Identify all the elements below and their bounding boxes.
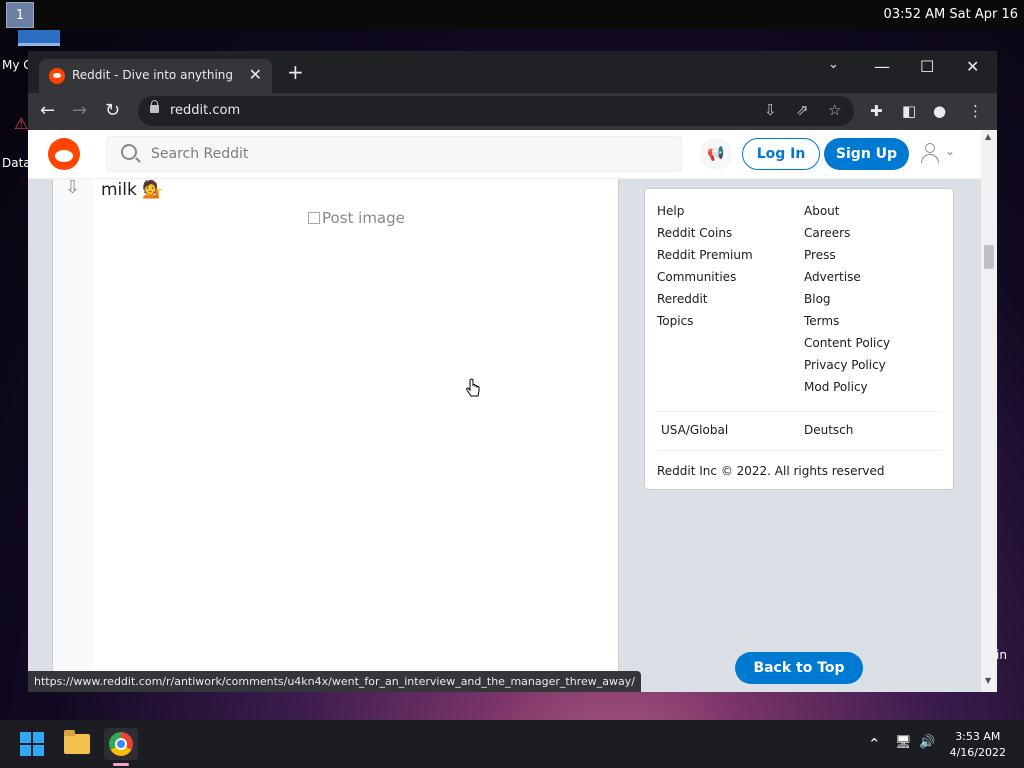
bookmark-star-icon[interactable]: ☆ bbox=[828, 101, 841, 119]
network-icon[interactable]: 🖥 bbox=[895, 735, 912, 750]
workspace-indicator[interactable]: 1 bbox=[6, 2, 34, 28]
file-explorer-button[interactable] bbox=[60, 728, 94, 760]
forward-icon[interactable]: → bbox=[72, 100, 87, 121]
browser-toolbar: ← → ↻ reddit.com ⇩ ⇗ ☆ ✚ ◧ ● ⋮ bbox=[28, 93, 997, 130]
login-button[interactable]: Log In bbox=[742, 138, 820, 170]
footer-link-advertise[interactable]: Advertise bbox=[804, 270, 890, 292]
footer-link-about[interactable]: About bbox=[804, 204, 890, 226]
page-scrollbar[interactable]: ▲ ▼ bbox=[981, 130, 997, 692]
side-panel-icon[interactable]: ◧ bbox=[902, 102, 916, 120]
broken-image-icon bbox=[308, 212, 320, 224]
user-menu-button[interactable]: ⌄ bbox=[920, 142, 960, 166]
lock-icon[interactable] bbox=[150, 100, 159, 113]
lang-usa-global[interactable]: USA/Global bbox=[661, 423, 728, 437]
back-icon[interactable]: ← bbox=[40, 100, 55, 121]
lang-deutsch[interactable]: Deutsch bbox=[804, 423, 853, 437]
reddit-logo-icon[interactable] bbox=[48, 138, 80, 170]
close-window-icon[interactable]: ✕ bbox=[966, 57, 979, 76]
tab-reddit[interactable]: Reddit - Dive into anything ✕ bbox=[39, 59, 272, 93]
tab-strip: Reddit - Dive into anything ✕ + ⌄ — ☐ ✕ bbox=[28, 51, 997, 93]
address-bar[interactable]: reddit.com ⇩ ⇗ ☆ bbox=[138, 96, 854, 126]
tray-chevron-up-icon[interactable]: ⌃ bbox=[868, 735, 881, 753]
copyright: Reddit Inc © 2022. All rights reserved bbox=[657, 464, 885, 478]
footer-links-card: Help Reddit Coins Reddit Premium Communi… bbox=[644, 188, 954, 490]
footer-links-left: Help Reddit Coins Reddit Premium Communi… bbox=[657, 204, 753, 336]
footer-link-reddit-coins[interactable]: Reddit Coins bbox=[657, 226, 753, 248]
advertise-megaphone-icon[interactable]: 📢 bbox=[700, 138, 732, 170]
footer-link-content-policy[interactable]: Content Policy bbox=[804, 336, 890, 358]
status-bar-url: https://www.reddit.com/r/antiwork/commen… bbox=[28, 671, 641, 692]
active-app-indicator bbox=[113, 763, 129, 766]
taskbar-date: 4/16/2022 bbox=[949, 746, 1006, 759]
windows-logo-icon bbox=[20, 732, 44, 756]
tab-title: Reddit - Dive into anything bbox=[72, 68, 234, 82]
footer-link-privacy-policy[interactable]: Privacy Policy bbox=[804, 358, 890, 380]
start-button[interactable] bbox=[15, 728, 49, 760]
computer-icon[interactable] bbox=[18, 30, 60, 46]
footer-link-mod-policy[interactable]: Mod Policy bbox=[804, 380, 890, 402]
user-icon-body bbox=[921, 154, 939, 163]
folder-icon bbox=[64, 730, 90, 754]
post-title[interactable]: milk 💁 bbox=[101, 180, 163, 200]
taskbar: ⌃ 🖥 🔊 3:53 AM 4/16/2022 bbox=[0, 720, 1024, 768]
tab-close-icon[interactable]: ✕ bbox=[249, 65, 262, 84]
footer-link-help[interactable]: Help bbox=[657, 204, 753, 226]
post-card[interactable]: ⇩ milk 💁 Post image bbox=[52, 177, 619, 692]
downvote-icon[interactable]: ⇩ bbox=[65, 177, 80, 198]
footer-links-right: About Careers Press Advertise Blog Terms… bbox=[804, 204, 890, 402]
volume-icon[interactable]: 🔊 bbox=[919, 735, 935, 750]
hand-cursor-icon bbox=[466, 378, 480, 397]
chrome-taskbar-button[interactable] bbox=[104, 728, 138, 760]
chrome-window: Reddit - Dive into anything ✕ + ⌄ — ☐ ✕ … bbox=[28, 51, 997, 692]
chrome-icon bbox=[109, 732, 133, 756]
footer-link-press[interactable]: Press bbox=[804, 248, 890, 270]
install-icon[interactable]: ⇩ bbox=[764, 101, 777, 119]
footer-link-topics[interactable]: Topics bbox=[657, 314, 753, 336]
user-icon bbox=[925, 143, 935, 153]
reload-icon[interactable]: ↻ bbox=[105, 100, 120, 121]
minimize-icon[interactable]: — bbox=[874, 57, 890, 76]
vote-column: ⇩ bbox=[53, 177, 93, 692]
scroll-down-icon[interactable]: ▼ bbox=[985, 676, 991, 685]
maximize-icon[interactable]: ☐ bbox=[920, 57, 934, 76]
extensions-icon[interactable]: ✚ bbox=[870, 102, 883, 120]
taskbar-clock[interactable]: 3:53 AM 4/16/2022 bbox=[950, 729, 1006, 761]
top-clock: 03:52 AM Sat Apr 16 bbox=[883, 7, 1018, 22]
footer-link-reddit-premium[interactable]: Reddit Premium bbox=[657, 248, 753, 270]
back-to-top-button[interactable]: Back to Top bbox=[735, 652, 863, 684]
reddit-favicon-icon bbox=[49, 68, 65, 84]
chevron-down-icon: ⌄ bbox=[945, 144, 956, 158]
post-image[interactable]: Post image bbox=[308, 209, 405, 227]
post-image-alt: Post image bbox=[322, 209, 405, 227]
reddit-header: Search Reddit 📢 Log In Sign Up ⌄ bbox=[28, 130, 981, 179]
divider bbox=[657, 411, 942, 412]
search-icon bbox=[121, 144, 137, 160]
footer-link-blog[interactable]: Blog bbox=[804, 292, 890, 314]
system-top-bar: 1 03:52 AM Sat Apr 16 bbox=[0, 0, 1024, 30]
scroll-thumb[interactable] bbox=[984, 245, 994, 269]
taskbar-time: 3:53 AM bbox=[955, 730, 1001, 743]
divider bbox=[657, 450, 942, 451]
desktop-icon-label-data[interactable]: Data bbox=[2, 156, 31, 170]
footer-link-communities[interactable]: Communities bbox=[657, 270, 753, 292]
footer-link-careers[interactable]: Careers bbox=[804, 226, 890, 248]
scroll-up-icon[interactable]: ▲ bbox=[985, 132, 991, 141]
new-tab-icon[interactable]: + bbox=[287, 62, 304, 82]
search-input[interactable]: Search Reddit bbox=[106, 136, 682, 172]
tab-search-icon[interactable]: ⌄ bbox=[828, 57, 839, 72]
profile-icon[interactable]: ● bbox=[933, 102, 946, 120]
footer-link-terms[interactable]: Terms bbox=[804, 314, 890, 336]
shortcut-icon[interactable]: ⚠ bbox=[14, 114, 28, 133]
signup-button[interactable]: Sign Up bbox=[824, 138, 909, 170]
desktop-right-label: in bbox=[996, 648, 1007, 662]
menu-icon[interactable]: ⋮ bbox=[968, 102, 983, 120]
share-icon[interactable]: ⇗ bbox=[796, 101, 809, 119]
footer-link-rereddit[interactable]: Rereddit bbox=[657, 292, 753, 314]
search-placeholder: Search Reddit bbox=[151, 146, 249, 162]
url-text[interactable]: reddit.com bbox=[170, 103, 240, 118]
